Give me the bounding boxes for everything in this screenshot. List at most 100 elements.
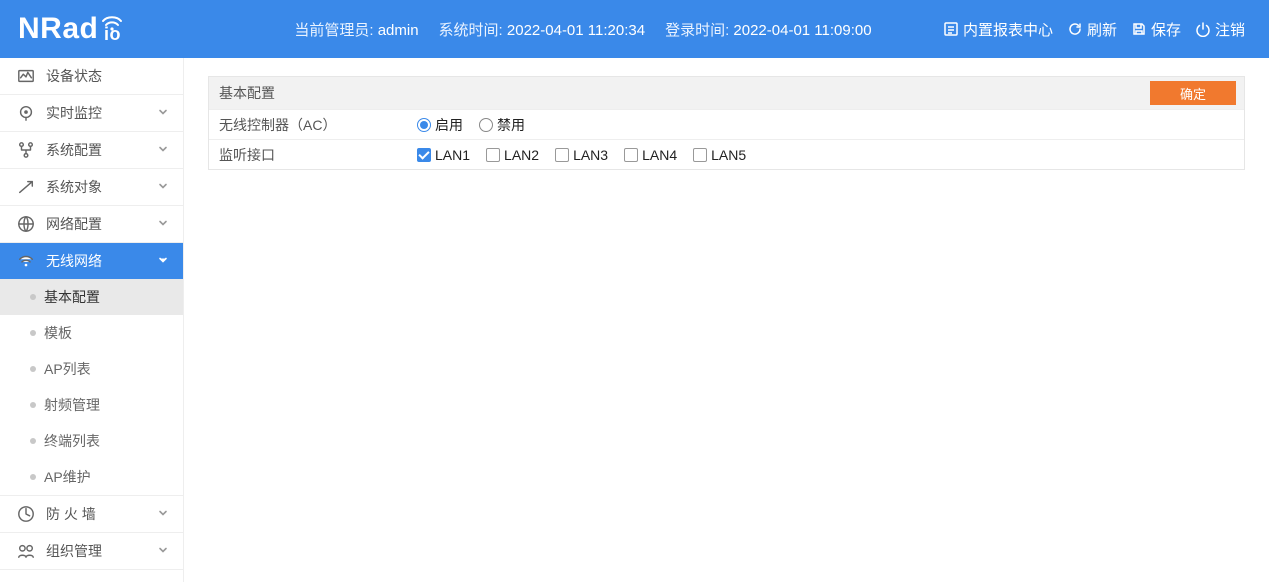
bullet-icon [30, 366, 36, 372]
header-actions: 内置报表中心 刷新 保存 注销 [943, 19, 1245, 40]
sub-item[interactable]: 终端列表 [0, 423, 183, 459]
sub-label: AP维护 [44, 467, 91, 487]
brand-logo: NRad io [18, 12, 124, 46]
nav-item-wifi[interactable]: 无线网络 [0, 243, 183, 279]
sidebar: 设备状态实时监控系统配置系统对象网络配置无线网络基本配置模板 AP列表射频管理终端… [0, 58, 184, 582]
field-ac: 启用 禁用 [417, 111, 1244, 139]
checkbox-input[interactable] [417, 148, 431, 162]
nav-item-firewall[interactable]: 防 火 墙 [0, 496, 183, 532]
sub-item[interactable]: 基本配置 [0, 279, 183, 315]
sysobj-icon [16, 178, 36, 196]
chevron-down-icon [157, 179, 169, 195]
checkbox-lan1[interactable]: LAN1 [417, 147, 470, 163]
sub-label: 基本配置 [44, 287, 100, 307]
nav-item-org[interactable]: 组织管理 [0, 533, 183, 569]
wifi-logo-icon: io [100, 12, 124, 40]
nav-label: 设备状态 [46, 66, 102, 86]
nav-item-netconf[interactable]: 网络配置 [0, 206, 183, 242]
row-ac-controller: 无线控制器（AC） 启用 禁用 [209, 109, 1244, 139]
nav-label: 防 火 墙 [46, 504, 96, 524]
bullet-icon [30, 438, 36, 444]
header-bar: NRad io 当前管理员: admin 系统时间: 2022-04-01 11… [0, 0, 1269, 58]
radio-input[interactable] [479, 118, 493, 132]
label-listen: 监听接口 [209, 145, 417, 165]
radio-label: 禁用 [497, 115, 525, 135]
wifi-icon [16, 252, 36, 270]
radio-ac-enable[interactable]: 启用 [417, 115, 463, 135]
field-listen: LAN1 LAN2 LAN3 LAN4 LAN5 [417, 143, 1244, 167]
sub-item[interactable]: AP维护 [0, 459, 183, 495]
confirm-button[interactable]: 确定 [1150, 81, 1236, 105]
save-button[interactable]: 保存 [1131, 19, 1181, 40]
nav-item-sysobj[interactable]: 系统对象 [0, 169, 183, 205]
radio-ac-disable[interactable]: 禁用 [479, 115, 525, 135]
panel-header: 基本配置 确定 [209, 77, 1244, 109]
checkbox-lan2[interactable]: LAN2 [486, 147, 539, 163]
sub-item[interactable]: 模板 [0, 315, 183, 351]
logout-button[interactable]: 注销 [1195, 19, 1245, 40]
nav-label: 网络配置 [46, 214, 102, 234]
panel-title: 基本配置 [219, 83, 275, 103]
nav-label: 系统配置 [46, 140, 102, 160]
systime-info: 系统时间: 2022-04-01 11:20:34 [439, 19, 646, 40]
radio-input[interactable] [417, 118, 431, 132]
checkbox-label: LAN1 [435, 147, 470, 163]
checkbox-lan3[interactable]: LAN3 [555, 147, 608, 163]
checkbox-input[interactable] [624, 148, 638, 162]
sub-item[interactable]: 射频管理 [0, 387, 183, 423]
chevron-down-icon [157, 142, 169, 158]
admin-info: 当前管理员: admin [294, 19, 418, 40]
nav-label: 组织管理 [46, 541, 102, 561]
checkbox-label: LAN4 [642, 147, 677, 163]
svg-text:io: io [104, 24, 121, 40]
checkbox-lan5[interactable]: LAN5 [693, 147, 746, 163]
nav-label: 系统对象 [46, 177, 102, 197]
bullet-icon [30, 402, 36, 408]
sub-label: AP列表 [44, 359, 91, 379]
chevron-down-icon [157, 543, 169, 559]
header-info: 当前管理员: admin 系统时间: 2022-04-01 11:20:34 登… [294, 19, 871, 40]
nav-label: 实时监控 [46, 103, 102, 123]
chevron-down-icon [157, 506, 169, 522]
report-icon [943, 21, 959, 37]
checkbox-input[interactable] [555, 148, 569, 162]
sub-label: 射频管理 [44, 395, 100, 415]
netconf-icon [16, 215, 36, 233]
checkbox-label: LAN5 [711, 147, 746, 163]
bullet-icon [30, 330, 36, 336]
checkbox-label: LAN2 [504, 147, 539, 163]
sysconf-icon [16, 141, 36, 159]
radio-label: 启用 [435, 115, 463, 135]
sub-item[interactable]: AP列表 [0, 351, 183, 387]
org-icon [16, 542, 36, 560]
status-icon [16, 67, 36, 85]
sub-label: 模板 [44, 323, 72, 343]
checkbox-input[interactable] [693, 148, 707, 162]
basic-config-panel: 基本配置 确定 无线控制器（AC） 启用 禁用 监听接口 LAN1 LAN2 LAN3… [208, 76, 1245, 170]
main-content: 基本配置 确定 无线控制器（AC） 启用 禁用 监听接口 LAN1 LAN2 LAN3… [184, 58, 1269, 582]
nav-item-status[interactable]: 设备状态 [0, 58, 183, 94]
logout-icon [1195, 21, 1211, 37]
label-ac: 无线控制器（AC） [209, 115, 417, 135]
bullet-icon [30, 474, 36, 480]
brand-text: NRad [18, 12, 98, 46]
firewall-icon [16, 505, 36, 523]
checkbox-lan4[interactable]: LAN4 [624, 147, 677, 163]
nav-item-monitor[interactable]: 实时监控 [0, 95, 183, 131]
refresh-icon [1067, 21, 1083, 37]
chevron-down-icon [157, 253, 169, 269]
report-center-button[interactable]: 内置报表中心 [943, 19, 1053, 40]
chevron-down-icon [157, 216, 169, 232]
checkbox-label: LAN3 [573, 147, 608, 163]
row-listen-interfaces: 监听接口 LAN1 LAN2 LAN3 LAN4 LAN5 [209, 139, 1244, 169]
nav-item-sysconf[interactable]: 系统配置 [0, 132, 183, 168]
save-icon [1131, 21, 1147, 37]
chevron-down-icon [157, 105, 169, 121]
sub-label: 终端列表 [44, 431, 100, 451]
refresh-button[interactable]: 刷新 [1067, 19, 1117, 40]
bullet-icon [30, 294, 36, 300]
checkbox-input[interactable] [486, 148, 500, 162]
monitor-icon [16, 104, 36, 122]
nav-label: 无线网络 [46, 251, 102, 271]
logintime-info: 登录时间: 2022-04-01 11:09:00 [665, 19, 872, 40]
